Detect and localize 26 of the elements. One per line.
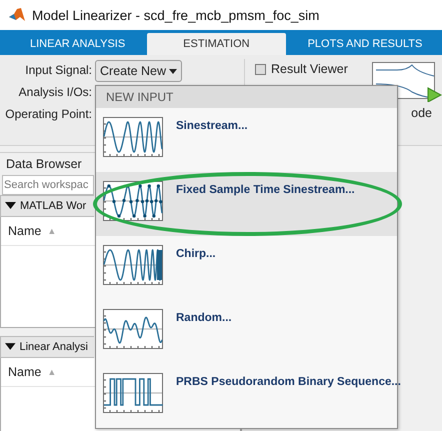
column-header[interactable]: Name (8, 365, 42, 379)
field-label: Input Signal: (25, 63, 92, 77)
search-field[interactable]: Search workspac (2, 175, 94, 195)
sampled-sine-icon (103, 181, 163, 221)
tab[interactable]: LINEAR ANALYSIS (8, 33, 148, 55)
random-signal-icon (103, 309, 163, 349)
input-signal-dropdown[interactable]: Create New (95, 60, 182, 82)
field-label: Analysis I/Os: (18, 85, 92, 99)
field-label: Operating Point: (5, 107, 92, 121)
section-header[interactable]: MATLAB Wor (0, 195, 94, 217)
window-title: Model Linearizer - scd_fre_mcb_pmsm_foc_sim (32, 8, 320, 22)
menu-item[interactable]: Chirp... (96, 236, 397, 300)
column-header[interactable]: Name (8, 224, 42, 238)
menu-item[interactable]: Fixed Sample Time Sinestream... (96, 172, 397, 236)
caret-icon (169, 68, 177, 74)
button-label[interactable]: ode (411, 106, 442, 120)
menu-header: NEW INPUT (96, 86, 397, 108)
menu-item[interactable]: Random... (96, 300, 397, 364)
tab[interactable]: PLOTS AND RESULTS (286, 33, 442, 55)
square-pulse-icon (103, 373, 163, 413)
result-viewer-checkbox[interactable]: Result Viewer (255, 62, 348, 76)
tab[interactable]: ESTIMATION (147, 33, 286, 55)
section-header[interactable]: Linear Analysi (0, 336, 94, 358)
app-logo-icon (8, 6, 26, 24)
chirp-signal-icon (103, 245, 163, 285)
sine-wave-icon (103, 117, 163, 157)
